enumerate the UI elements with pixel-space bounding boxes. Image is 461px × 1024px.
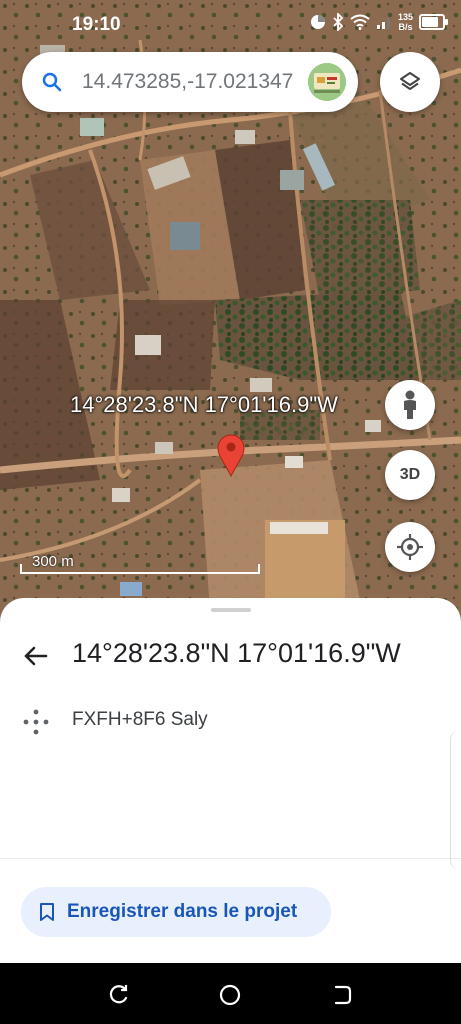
place-title: 14°28'23.8"N 17°01'16.9"W: [72, 638, 401, 668]
my-location-icon: [397, 534, 423, 560]
side-panel-edge[interactable]: [450, 730, 461, 870]
3d-button[interactable]: 3D: [385, 450, 435, 500]
search-input[interactable]: 14.473285,-17.021347: [82, 70, 320, 94]
status-icons: 135 B/s: [310, 12, 448, 32]
bluetooth-icon: [333, 13, 344, 31]
pegman-icon: [404, 390, 416, 419]
search-bar[interactable]: 14.473285,-17.021347: [22, 52, 358, 112]
network-rate-value: 135: [397, 12, 413, 22]
search-icon[interactable]: [40, 70, 64, 94]
scale-bar: [20, 572, 260, 574]
divider: [0, 858, 461, 859]
map-coordinate-label: 14°28'23.8"N 17°01'16.9"W: [70, 392, 338, 417]
bookmark-icon: [40, 903, 54, 921]
plus-code-icon: [23, 709, 49, 735]
home-icon[interactable]: [218, 983, 242, 1007]
recents-icon[interactable]: [106, 983, 130, 1007]
status-bar: 19:10 135 B/s: [0, 0, 461, 48]
system-navigation-bar: [0, 963, 461, 1024]
save-to-project-button[interactable]: Enregistrer dans le projet: [21, 887, 331, 937]
back-icon[interactable]: [330, 983, 354, 1007]
back-arrow-icon[interactable]: [20, 640, 52, 672]
sheet-drag-handle[interactable]: [211, 608, 251, 612]
avatar[interactable]: [308, 63, 346, 101]
wifi-icon: [350, 14, 370, 30]
network-rate: 135 B/s: [398, 12, 413, 32]
layers-button[interactable]: [380, 52, 440, 112]
scale-tick-right: [258, 564, 260, 574]
data-saver-icon: [310, 15, 325, 29]
signal-icon: [376, 18, 390, 29]
status-time: 19:10: [72, 14, 121, 35]
network-rate-unit: B/s: [398, 22, 413, 32]
3d-button-label: 3D: [399, 466, 421, 483]
place-sheet[interactable]: 14°28'23.8"N 17°01'16.9"W FXFH+8F6 Saly …: [0, 598, 461, 963]
map-scale: 300 m: [20, 550, 260, 576]
layers-icon: [400, 72, 420, 90]
street-view-button[interactable]: [385, 380, 435, 430]
scale-label: 300 m: [32, 553, 74, 570]
my-location-button[interactable]: [385, 522, 435, 572]
scale-tick-left: [20, 564, 22, 574]
battery-icon: [419, 14, 448, 30]
save-to-project-label: Enregistrer dans le projet: [67, 901, 298, 922]
plus-code-text[interactable]: FXFH+8F6 Saly: [72, 709, 208, 731]
